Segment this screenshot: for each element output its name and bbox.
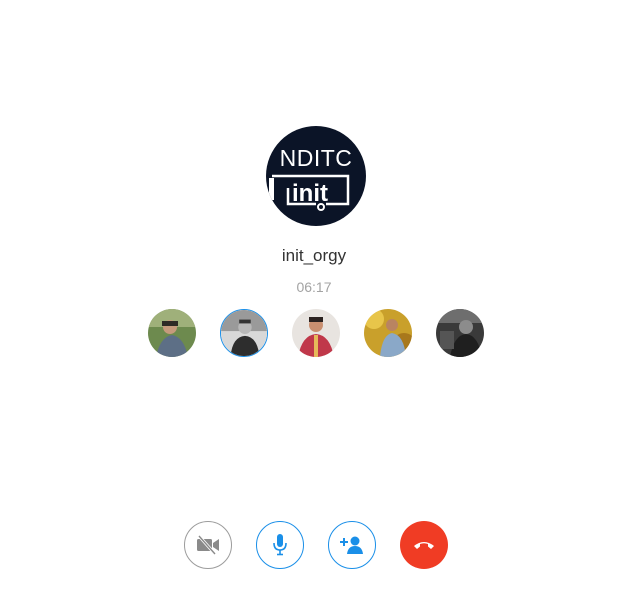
participant-avatar-4[interactable]	[364, 309, 412, 357]
add-participant-button[interactable]	[328, 521, 376, 569]
video-off-icon	[197, 535, 219, 555]
participant-avatar-3[interactable]	[292, 309, 340, 357]
participant-photo	[364, 309, 412, 357]
participant-avatar-1[interactable]	[148, 309, 196, 357]
nditc-init-logo: NDITC init	[269, 145, 353, 211]
group-name: init_orgy	[281, 246, 347, 265]
participant-photo	[292, 309, 340, 357]
microphone-toggle-button[interactable]	[256, 521, 304, 569]
participant-photo	[436, 309, 484, 357]
video-toggle-button[interactable]	[184, 521, 232, 569]
microphone-icon	[273, 534, 287, 556]
call-controls	[184, 521, 450, 571]
participant-avatar-5[interactable]	[436, 309, 484, 357]
logo-top-text: NDITC	[280, 145, 353, 171]
add-person-icon	[340, 536, 363, 554]
participant-list	[148, 309, 484, 359]
logo-init-text: init	[292, 180, 328, 207]
participant-avatar-2[interactable]	[220, 309, 268, 357]
group-call-window: NDITC init init_orgy 06:17	[0, 0, 628, 606]
end-call-button[interactable]	[400, 521, 448, 569]
group-avatar: NDITC init	[266, 126, 366, 226]
hang-up-icon	[414, 542, 434, 549]
participant-photo	[221, 310, 267, 356]
call-timer: 06:17	[296, 279, 332, 295]
participant-photo	[148, 309, 196, 357]
